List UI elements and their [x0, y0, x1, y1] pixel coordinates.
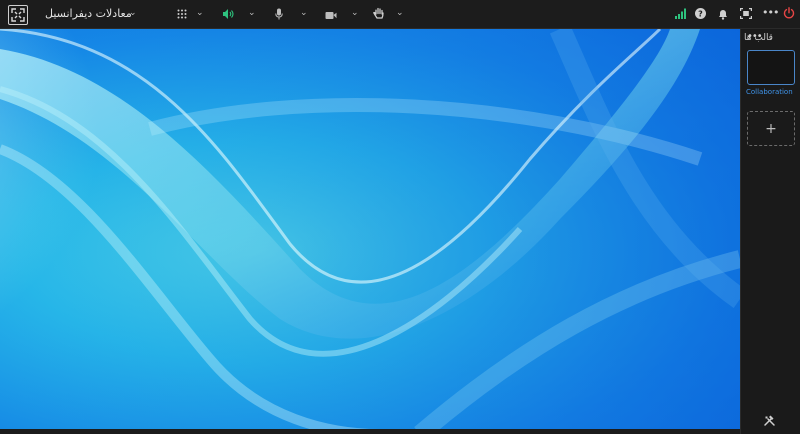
fullscreen-expand-icon[interactable]: [8, 5, 28, 25]
templates-sidebar: ••• قالب ها Collaboration +: [740, 29, 800, 434]
room-menu-chevron-icon[interactable]: ⌄: [129, 8, 137, 18]
speaker-icon[interactable]: [222, 8, 234, 23]
camera-chevron-icon[interactable]: ⌄: [351, 8, 359, 18]
screen-fit-icon[interactable]: [740, 8, 752, 22]
sidebar-title: قالب ها: [744, 33, 773, 43]
whiteboard-stage[interactable]: [0, 29, 740, 434]
camera-icon[interactable]: [325, 10, 337, 23]
raise-hand-icon[interactable]: [373, 7, 385, 23]
room-title: معادلات دیفرانسیل: [45, 7, 132, 20]
signal-icon: [675, 8, 687, 22]
top-toolbar: معادلات دیفرانسیل ⌄ ⌄ ⌄ ⌄ ⌄ ⌄ ? •••: [0, 0, 800, 29]
bell-icon[interactable]: [718, 8, 728, 23]
power-icon[interactable]: [783, 7, 795, 22]
template-tile-label[interactable]: Collaboration: [746, 88, 793, 96]
help-icon[interactable]: ?: [695, 8, 706, 22]
wallpaper-waves: [0, 29, 740, 434]
add-template-button[interactable]: +: [747, 111, 795, 146]
tools-icon[interactable]: [763, 412, 776, 431]
stage-bottom-bar: [0, 429, 740, 434]
plus-icon: +: [765, 120, 777, 137]
svg-text:?: ?: [698, 10, 703, 19]
microphone-chevron-icon[interactable]: ⌄: [300, 8, 308, 18]
apps-grid-icon[interactable]: [177, 9, 187, 22]
speaker-chevron-icon[interactable]: ⌄: [248, 8, 256, 18]
microphone-icon[interactable]: [275, 8, 283, 23]
hand-chevron-icon[interactable]: ⌄: [396, 8, 404, 18]
apps-chevron-icon[interactable]: ⌄: [196, 8, 204, 18]
more-icon[interactable]: •••: [762, 6, 779, 19]
template-tile-collaboration[interactable]: [747, 50, 795, 85]
